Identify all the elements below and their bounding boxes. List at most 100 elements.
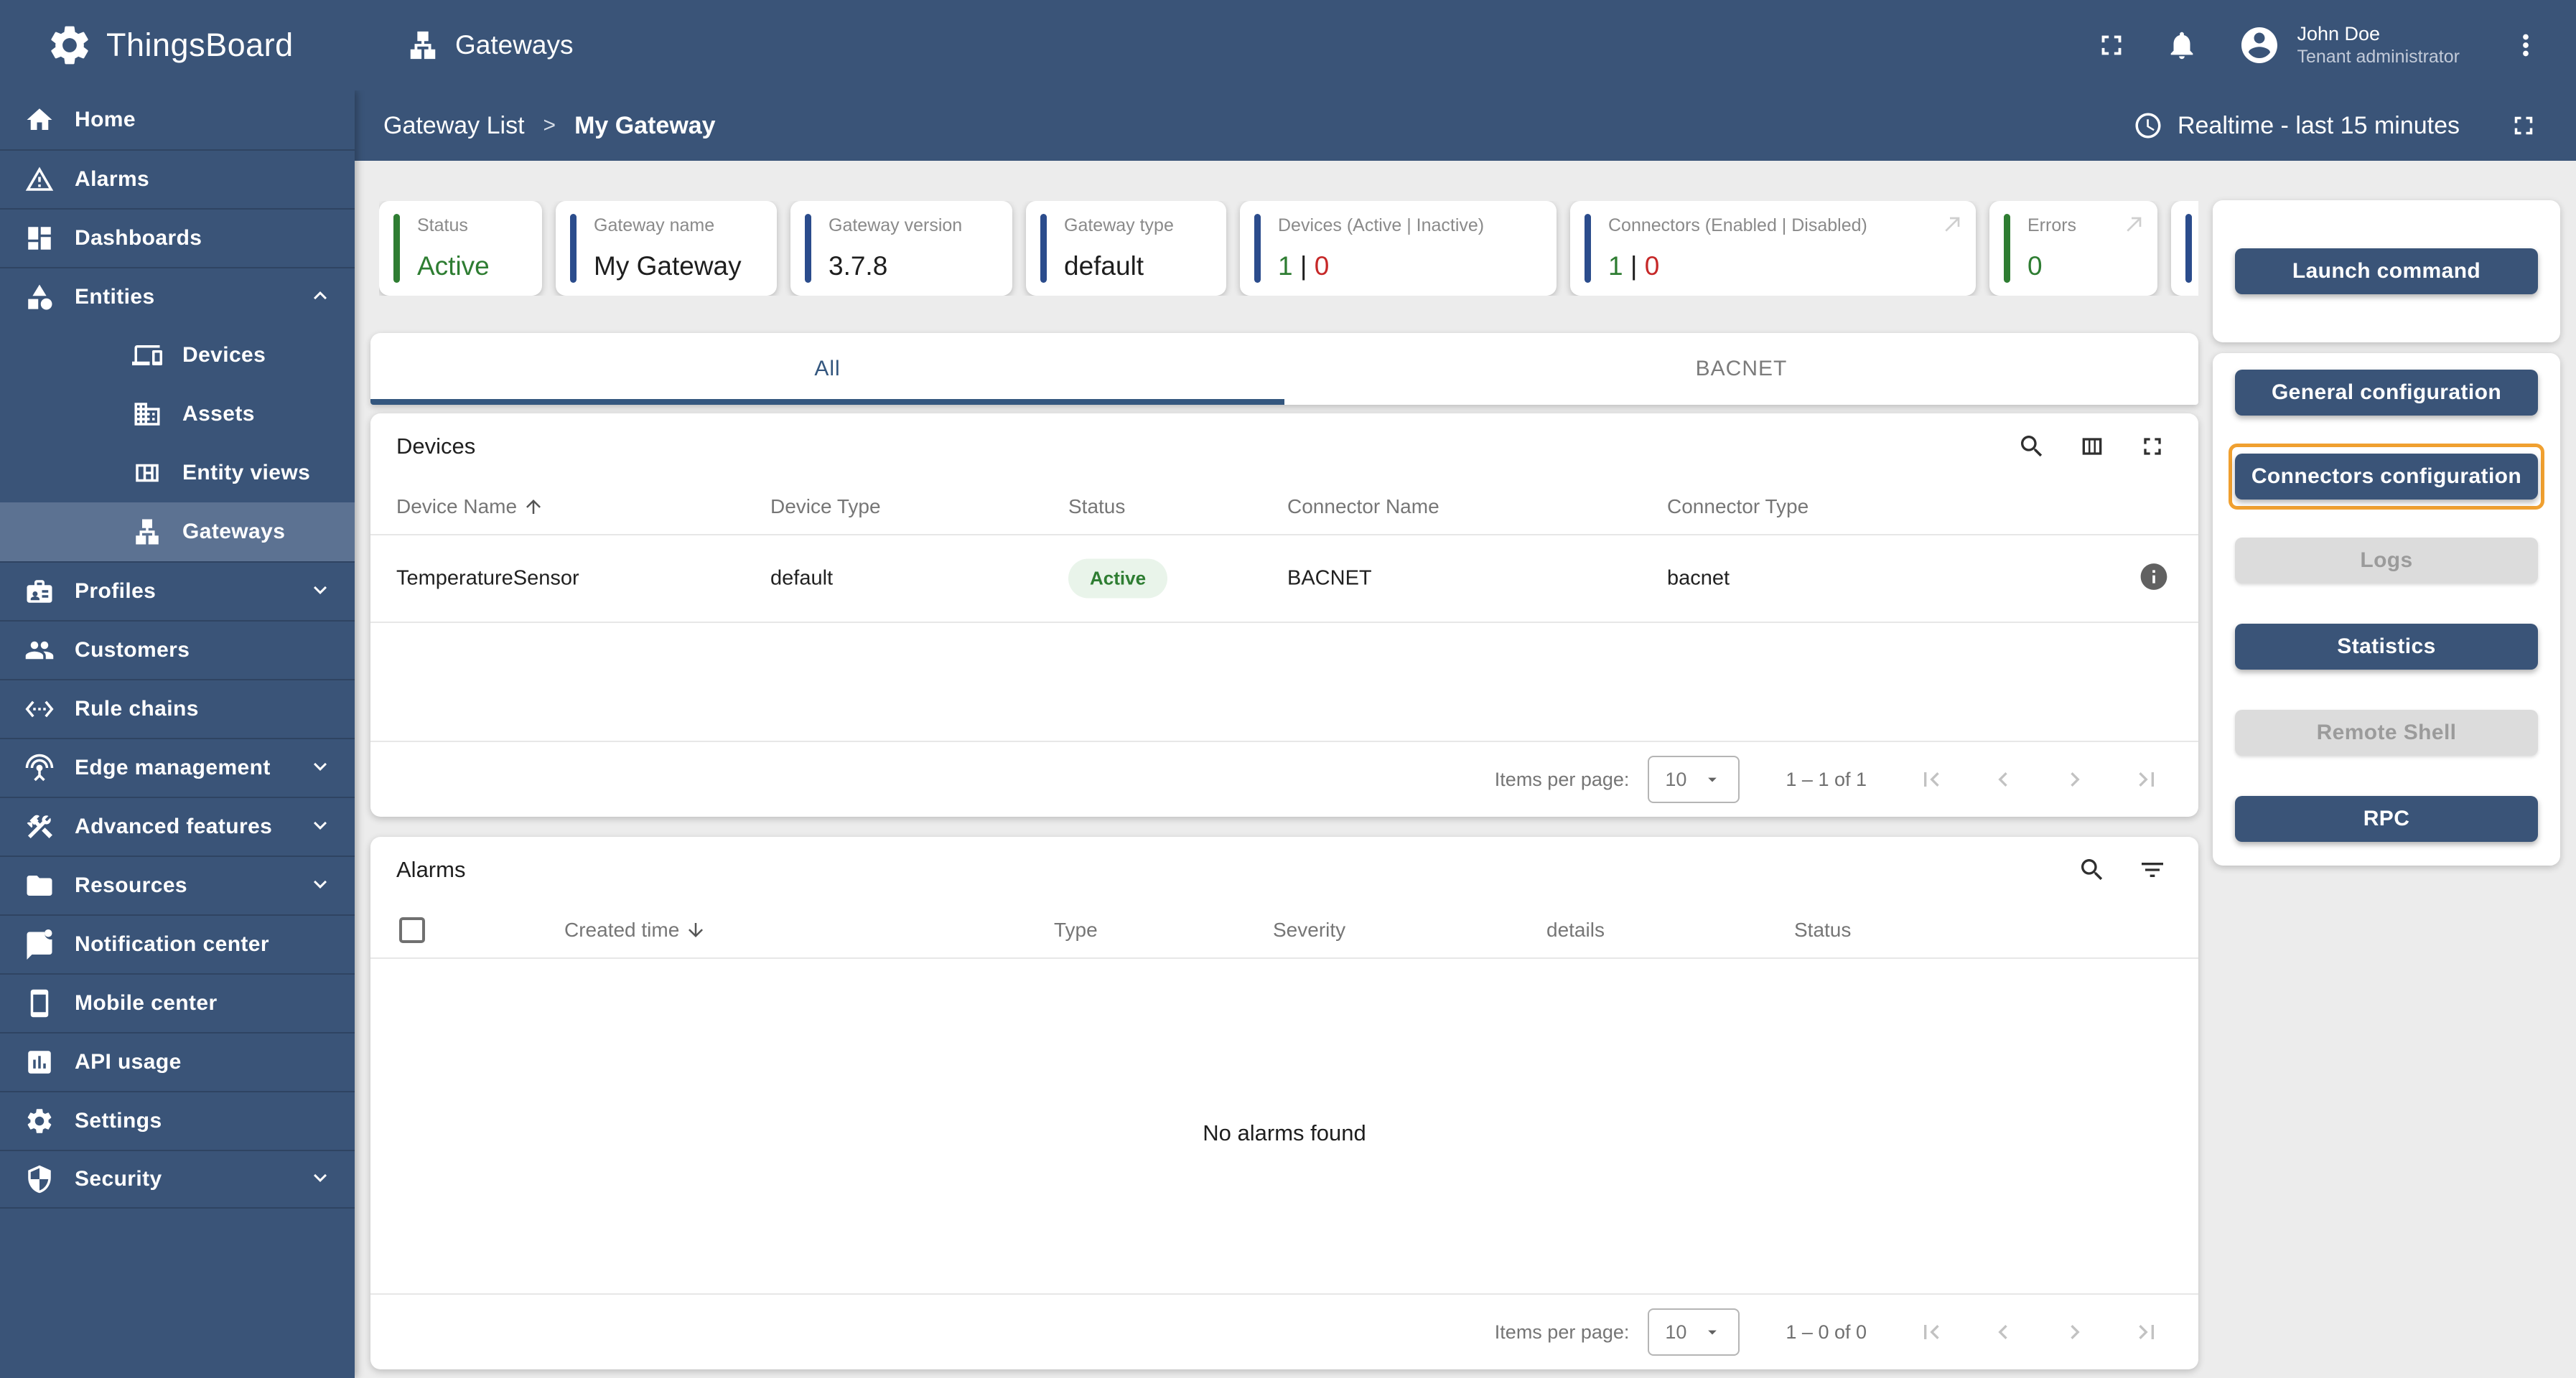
sidebar-item-api-usage[interactable]: API usage [0,1032,355,1091]
status-card-partial [2171,201,2198,296]
select-all-checkbox[interactable] [399,917,425,943]
connectors-configuration-highlight: Connectors configuration [2229,444,2544,510]
fullscreen-icon [2095,29,2128,62]
column-alarm-type[interactable]: Type [1054,919,1098,942]
general-configuration-button[interactable]: General configuration [2235,370,2538,416]
card-accent-bar [1254,214,1261,283]
device-table-row[interactable]: TemperatureSensor default Active BACNET … [370,535,2198,623]
sidebar-item-entity-views[interactable]: Entity views [0,444,355,502]
folder-icon [24,871,55,901]
app-logo[interactable]: ThingsBoard [0,22,355,69]
devices-panel: Devices Device Name Device Type Status C… [370,413,2198,817]
status-badge: Active [1068,559,1167,599]
sidebar-item-assets[interactable]: Assets [0,385,355,444]
device-status-cell: Active [1068,559,1167,599]
sidebar-item-profiles[interactable]: Profiles [0,561,355,620]
smartphone-icon [24,988,55,1018]
page-range-label: 1 – 1 of 1 [1786,769,1867,791]
sidebar-item-advanced-features[interactable]: Advanced features [0,797,355,856]
view-quilt-icon [132,458,162,488]
breadcrumb-parent-link[interactable]: Gateway List [383,112,525,140]
timewindow-label[interactable]: Realtime - last 15 minutes [2178,112,2460,140]
logs-button[interactable]: Logs [2235,538,2538,583]
sidebar-item-resources[interactable]: Resources [0,856,355,914]
column-status[interactable]: Status [1068,495,1125,518]
first-page-icon[interactable] [1917,765,1946,794]
launch-command-card: Launch command [2213,200,2560,342]
sidebar-item-rule-chains[interactable]: Rule chains [0,679,355,738]
page-size-select[interactable]: 10 [1648,1308,1740,1356]
chevron-down-icon [307,577,333,606]
connectors-count-card[interactable]: Connectors (Enabled | Disabled) 1 | 0 [1570,201,1976,296]
sidebar-item-security[interactable]: Security [0,1150,355,1209]
column-device-name[interactable]: Device Name [396,495,544,518]
sidebar-item-edge-management[interactable]: Edge management [0,738,355,797]
open-arrow-icon[interactable] [1941,212,1964,239]
devices-panel-title: Devices [396,433,475,459]
sidebar-item-entities[interactable]: Entities [0,267,355,326]
dashboard-fullscreen-icon[interactable] [2509,111,2539,141]
search-icon[interactable] [2017,432,2046,461]
column-alarm-status[interactable]: Status [1794,919,1851,942]
tab-all[interactable]: All [370,333,1284,405]
open-arrow-icon[interactable] [2123,212,2146,239]
chevron-down-icon [307,871,333,901]
filter-list-icon[interactable] [2138,856,2167,884]
row-info-button[interactable] [2138,561,2170,596]
search-icon[interactable] [2078,856,2106,884]
next-page-icon[interactable] [2061,765,2089,794]
user-info[interactable]: John Doe Tenant administrator [2297,22,2460,69]
connector-name-cell: BACNET [1287,567,1372,591]
column-connector-name[interactable]: Connector Name [1287,495,1439,518]
notifications-bell-icon [2165,29,2198,62]
rpc-button[interactable]: RPC [2235,796,2538,842]
page-size-select[interactable]: 10 [1648,756,1740,803]
connectors-configuration-button[interactable]: Connectors configuration [2235,454,2538,500]
launch-command-button[interactable]: Launch command [2235,248,2538,294]
configuration-card: General configuration Connectors configu… [2213,353,2560,866]
sidebar-item-settings[interactable]: Settings [0,1091,355,1150]
building-icon [132,399,162,429]
column-severity[interactable]: Severity [1273,919,1345,942]
dashboard-grid-icon [24,223,55,253]
view-columns-icon[interactable] [2078,432,2106,461]
connector-tabs: All BACNET [370,333,2198,405]
category-shapes-icon [24,282,55,312]
user-avatar[interactable] [2238,24,2281,67]
sidebar-item-notification-center[interactable]: Notification center [0,914,355,973]
remote-shell-button[interactable]: Remote Shell [2235,710,2538,756]
first-page-icon[interactable] [1917,1318,1946,1346]
sidebar-item-devices[interactable]: Devices [0,326,355,385]
sidebar-item-gateways[interactable]: Gateways [0,502,355,561]
sidebar-item-home[interactable]: Home [0,90,355,149]
dropdown-arrow-icon [1702,769,1722,789]
column-device-type[interactable]: Device Type [770,495,881,518]
next-page-icon[interactable] [2061,1318,2089,1346]
column-details[interactable]: details [1546,919,1605,942]
prev-page-icon[interactable] [1989,1318,2017,1346]
statistics-button[interactable]: Statistics [2235,624,2538,670]
fullscreen-icon[interactable] [2138,432,2167,461]
gateway-name-card: Gateway name My Gateway [556,201,777,296]
fullscreen-button[interactable] [2093,27,2130,64]
tab-bacnet[interactable]: BACNET [1284,333,2198,405]
sidebar-item-mobile-center[interactable]: Mobile center [0,973,355,1032]
no-alarms-message: No alarms found [370,1120,2198,1146]
user-role: Tenant administrator [2297,46,2460,68]
device-type-cell: default [770,567,833,591]
notifications-button[interactable] [2163,27,2201,64]
sidebar-item-dashboards[interactable]: Dashboards [0,208,355,267]
prev-page-icon[interactable] [1989,765,2017,794]
last-page-icon[interactable] [2132,765,2161,794]
page-title-text: Gateways [455,30,574,60]
sidebar-nav: Home Alarms Dashboards Entities Devices … [0,90,355,1378]
info-icon [2138,561,2170,593]
last-page-icon[interactable] [2132,1318,2161,1346]
column-created-time[interactable]: Created time [564,919,706,942]
sidebar-item-alarms[interactable]: Alarms [0,149,355,208]
column-connector-type[interactable]: Connector Type [1667,495,1809,518]
more-menu-button[interactable] [2507,27,2544,64]
sidebar-item-customers[interactable]: Customers [0,620,355,679]
errors-count-card[interactable]: Errors 0 [1989,201,2157,296]
status-cards-row: Status Active Gateway name My Gateway Ga… [379,201,2198,296]
